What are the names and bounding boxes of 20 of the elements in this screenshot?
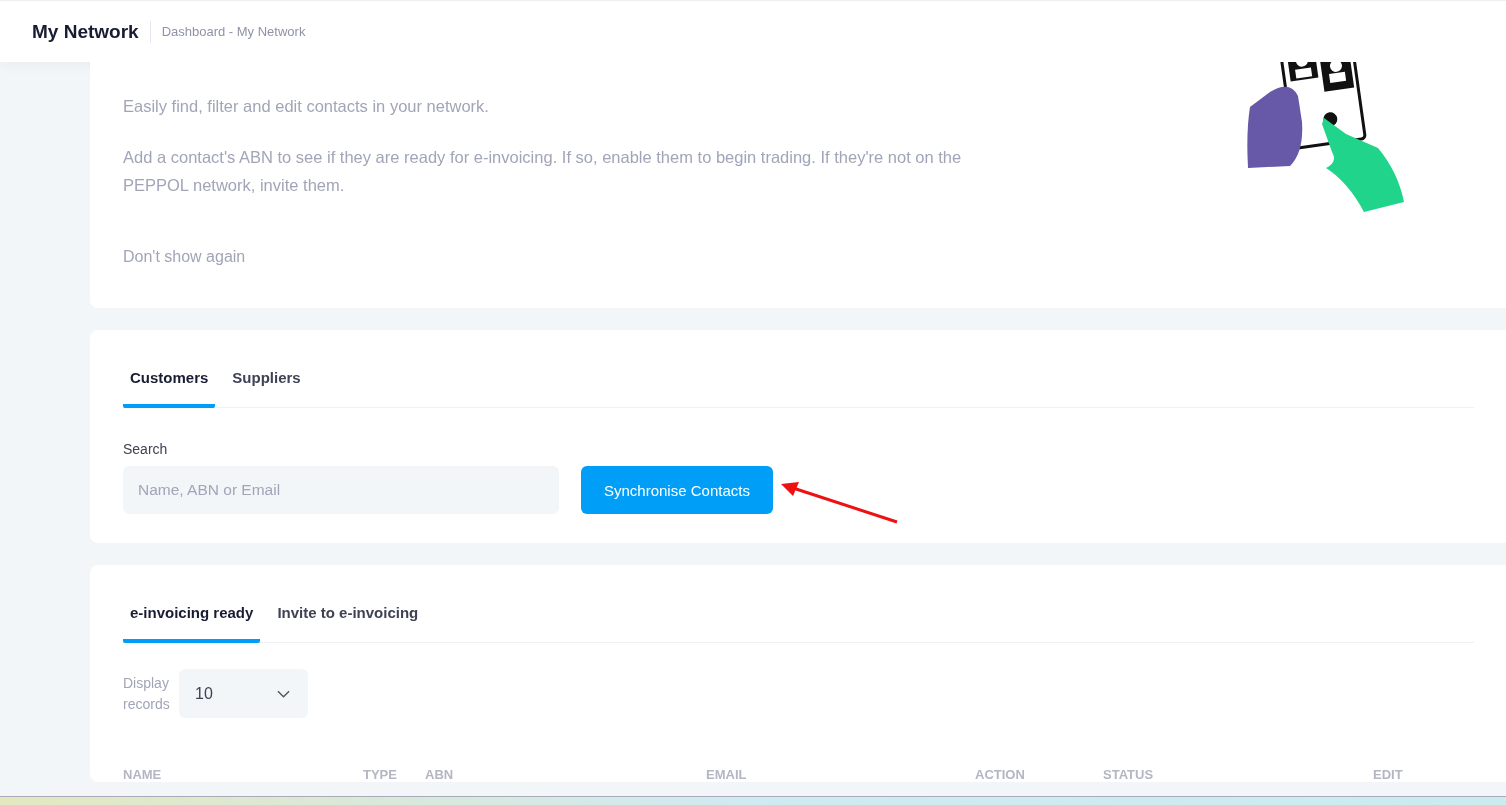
chevron-down-icon xyxy=(277,689,290,698)
search-field[interactable]: Name, ABN or Email xyxy=(123,466,559,514)
contact-tab[interactable]: Customers xyxy=(123,355,216,408)
column-header: TYPE xyxy=(363,767,398,782)
intro-paragraph: Add a contact's ABN to see if they are ready for e-invoicing. If so, enable them to begin trading. If they're not on the PEPPOL network, invite them. xyxy=(123,147,963,196)
column-header: STATUS xyxy=(1103,767,1155,782)
list-tab[interactable]: e-invoicing ready xyxy=(123,590,261,643)
column-header: EMAIL xyxy=(706,767,748,782)
column-header: ACTION xyxy=(975,767,1026,782)
contact-tab[interactable]: Suppliers xyxy=(225,355,308,408)
column-header: NAME xyxy=(123,767,163,782)
page-title: My Network xyxy=(32,20,151,43)
column-header: EDIT xyxy=(1373,767,1404,782)
list-tab[interactable]: Invite to e-invoicing xyxy=(270,590,426,643)
intro-paragraph: Easily find, filter and edit contacts in your network. xyxy=(123,96,490,117)
records-select[interactable]: 10 xyxy=(179,669,308,718)
display-records-label: Display records xyxy=(123,673,171,714)
column-header: ABN xyxy=(425,767,455,782)
breadcrumb: Dashboard - My Network xyxy=(161,24,306,39)
search-label: Search xyxy=(123,441,169,457)
